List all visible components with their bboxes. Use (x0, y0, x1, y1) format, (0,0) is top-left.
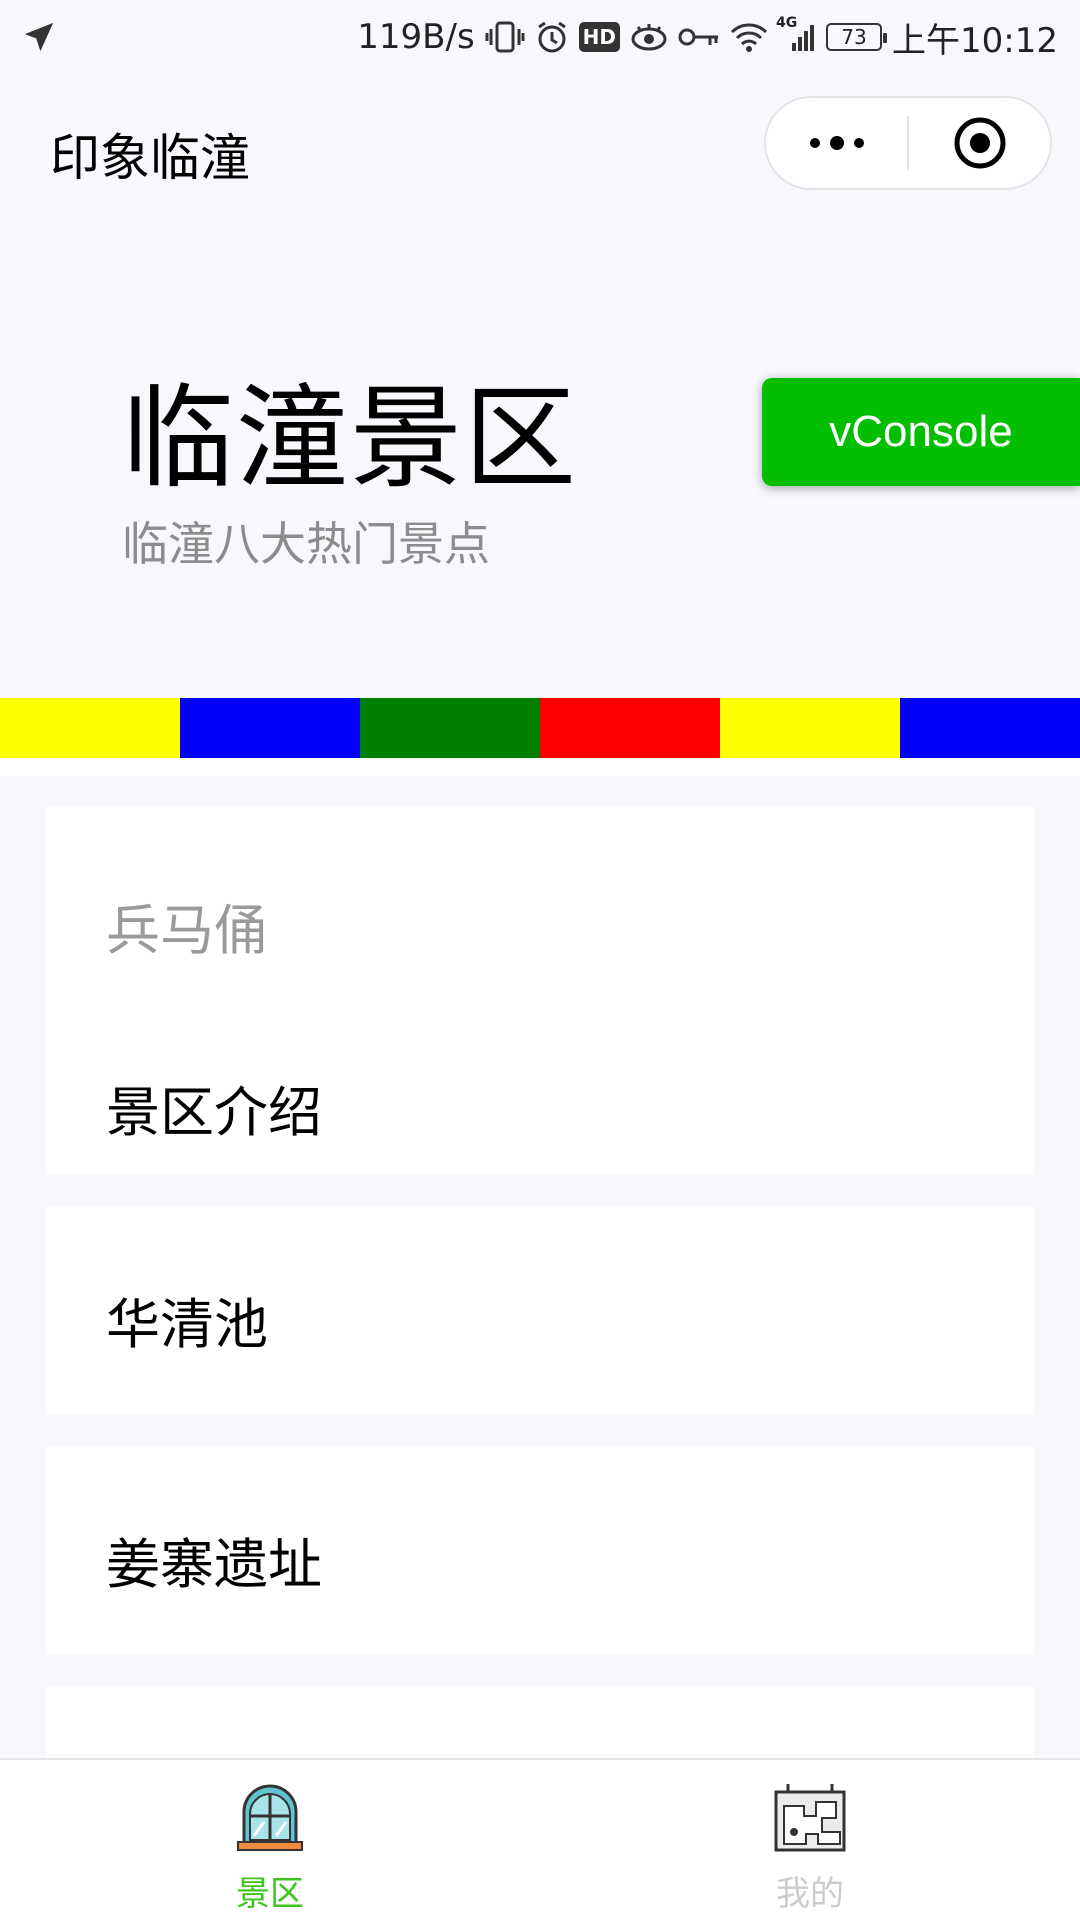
tab-label: 我的 (776, 1874, 844, 1914)
strip-segment (720, 698, 900, 758)
battery-icon: 73 (826, 23, 888, 51)
window-icon (237, 1784, 303, 1851)
strip-segment (360, 698, 540, 758)
status-time: 上午10:12 (892, 20, 1058, 61)
more-dots-icon (809, 136, 864, 150)
target-icon (954, 117, 1005, 169)
nav-bar: 印象临潼 (0, 74, 1080, 216)
vibrate-icon (485, 19, 525, 55)
strip-underline (0, 758, 1080, 776)
network-type: 4G (776, 15, 798, 31)
send-icon (22, 20, 56, 54)
wifi-icon (730, 21, 768, 53)
eye-icon (630, 21, 668, 53)
more-button[interactable] (766, 98, 907, 188)
key-icon (678, 24, 720, 50)
tab-mine[interactable]: 我的 (540, 1760, 1080, 1920)
strip-segment (0, 698, 180, 758)
signal-icon: 4G (776, 15, 816, 53)
alarm-icon (535, 20, 569, 54)
mini-program-capsule (764, 96, 1052, 190)
strip-segment (900, 698, 1080, 758)
hd-icon: HD (578, 22, 621, 52)
page-title: 临潼景区 (122, 374, 578, 504)
scenic-link[interactable]: 华清池 (106, 1280, 268, 1359)
app-title: 印象临潼 (50, 129, 250, 187)
map-board-icon (774, 1784, 846, 1852)
vconsole-button[interactable]: vConsole (762, 378, 1080, 486)
scenic-intro-link[interactable]: 景区介绍 (106, 1068, 322, 1147)
scenic-name: 兵马俑 (106, 899, 268, 962)
scenic-card[interactable]: 姜寨遗址 (46, 1446, 1034, 1654)
scenic-card[interactable]: 华清池 (46, 1206, 1034, 1414)
net-speed: 119B/s (357, 17, 475, 57)
strip-segment (180, 698, 360, 758)
color-strip (0, 698, 1080, 758)
page-subtitle: 临潼八大热门景点 (122, 517, 490, 571)
scenic-card: 兵马俑 景区介绍 (46, 806, 1034, 1174)
close-program-button[interactable] (909, 98, 1050, 188)
tab-scenic[interactable]: 景区 (0, 1760, 540, 1920)
strip-segment (540, 698, 720, 758)
status-bar: 119B/s HD 4G 73 上午10:12 (0, 0, 1080, 74)
tab-label: 景区 (236, 1874, 304, 1914)
scenic-link[interactable]: 姜寨遗址 (106, 1520, 322, 1599)
tab-bar: 景区 我的 (0, 1758, 1080, 1920)
